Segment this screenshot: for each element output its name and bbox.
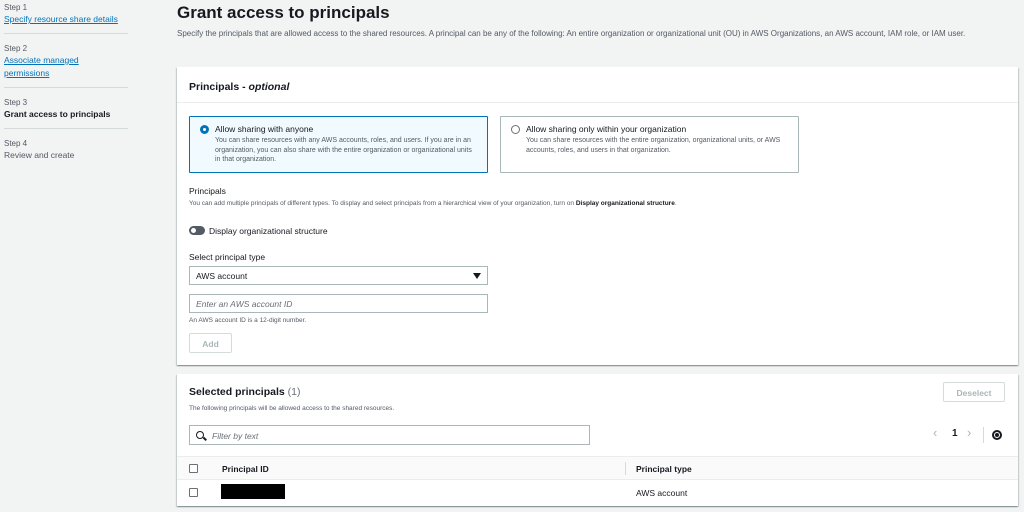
- divider: [4, 87, 128, 88]
- next-page-icon[interactable]: ›: [967, 425, 971, 440]
- input-hint: An AWS account ID is a 12-digit number.: [189, 317, 307, 324]
- filter-placeholder: Filter by text: [212, 431, 259, 441]
- table-row: AWS account: [177, 480, 1018, 504]
- wizard-step-2: Step 2 Associate managed permissions: [4, 41, 128, 80]
- step-number: Step 4: [4, 139, 28, 148]
- step-link-specify-details[interactable]: Specify resource share details: [4, 13, 128, 26]
- org-structure-toggle[interactable]: [189, 226, 205, 235]
- divider: [4, 33, 128, 34]
- step-number: Step 3: [4, 98, 28, 107]
- redacted-principal-id: [221, 484, 285, 499]
- column-principal-type[interactable]: Principal type: [636, 464, 692, 474]
- column-principal-id[interactable]: Principal ID: [222, 464, 269, 474]
- deselect-button[interactable]: Deselect: [943, 382, 1005, 402]
- panel-title: Principals -: [189, 81, 246, 93]
- tile-description: You can share resources with the entire …: [526, 137, 781, 154]
- step-review-create: Review and create: [4, 150, 75, 160]
- select-all-checkbox[interactable]: [189, 464, 198, 473]
- table-header: Principal ID Principal type: [177, 456, 1018, 480]
- principal-type-cell: AWS account: [636, 488, 688, 498]
- add-button[interactable]: Add: [189, 333, 232, 353]
- search-icon: [196, 431, 204, 439]
- selected-count: (1): [287, 386, 301, 398]
- selected-description: The following principals will be allowed…: [189, 405, 395, 412]
- hint-bold: Display organizational structure: [575, 200, 675, 207]
- selected-title-wrap: Selected principals (1): [189, 386, 300, 398]
- filter-input[interactable]: Filter by text: [189, 425, 590, 445]
- current-page[interactable]: 1: [952, 428, 958, 439]
- toggle-label: Display organizational structure: [209, 226, 328, 236]
- gear-icon[interactable]: [992, 430, 1002, 440]
- step-number: Step 2: [4, 44, 28, 53]
- wizard-step-3: Step 3 Grant access to principals: [4, 95, 128, 121]
- tile-allow-anyone[interactable]: Allow sharing with anyone You can share …: [189, 116, 488, 173]
- tile-description: You can share resources with any AWS acc…: [215, 137, 472, 163]
- wizard-steps: Step 1 Specify resource share details St…: [4, 0, 128, 162]
- select-value: AWS account: [196, 271, 248, 281]
- radio-checked-icon[interactable]: [200, 125, 209, 134]
- page-description: Specify the principals that are allowed …: [177, 29, 966, 38]
- tile-label: Allow sharing only within your organizat…: [526, 124, 687, 134]
- step-number: Step 1: [4, 3, 28, 12]
- page-title: Grant access to principals: [177, 3, 390, 22]
- wizard-step-4: Step 4 Review and create: [4, 136, 128, 162]
- wizard-step-1: Step 1 Specify resource share details: [4, 0, 128, 26]
- caret-down-icon: [473, 273, 481, 279]
- tile-label: Allow sharing with anyone: [215, 124, 314, 134]
- selected-title: Selected principals: [189, 386, 285, 398]
- panel-header: Principals - optional: [177, 67, 1018, 103]
- step-link-associate-permissions[interactable]: Associate managed permissions: [4, 54, 94, 80]
- prev-page-icon[interactable]: ‹: [933, 425, 937, 440]
- step-current-grant-access: Grant access to principals: [4, 109, 111, 119]
- divider: [983, 427, 984, 443]
- account-id-input[interactable]: Enter an AWS account ID: [189, 294, 488, 313]
- radio-unchecked-icon[interactable]: [511, 125, 520, 134]
- tile-within-organization[interactable]: Allow sharing only within your organizat…: [500, 116, 799, 173]
- row-checkbox[interactable]: [189, 488, 198, 497]
- principals-label: Principals: [189, 186, 226, 196]
- principal-type-select[interactable]: AWS account: [189, 266, 488, 285]
- divider: [4, 128, 128, 129]
- optional-label: optional: [248, 81, 290, 93]
- column-divider: [625, 462, 626, 475]
- select-label: Select principal type: [189, 252, 266, 262]
- hint-text: You can add multiple principals of diffe…: [189, 200, 575, 207]
- principals-hint: You can add multiple principals of diffe…: [189, 200, 677, 207]
